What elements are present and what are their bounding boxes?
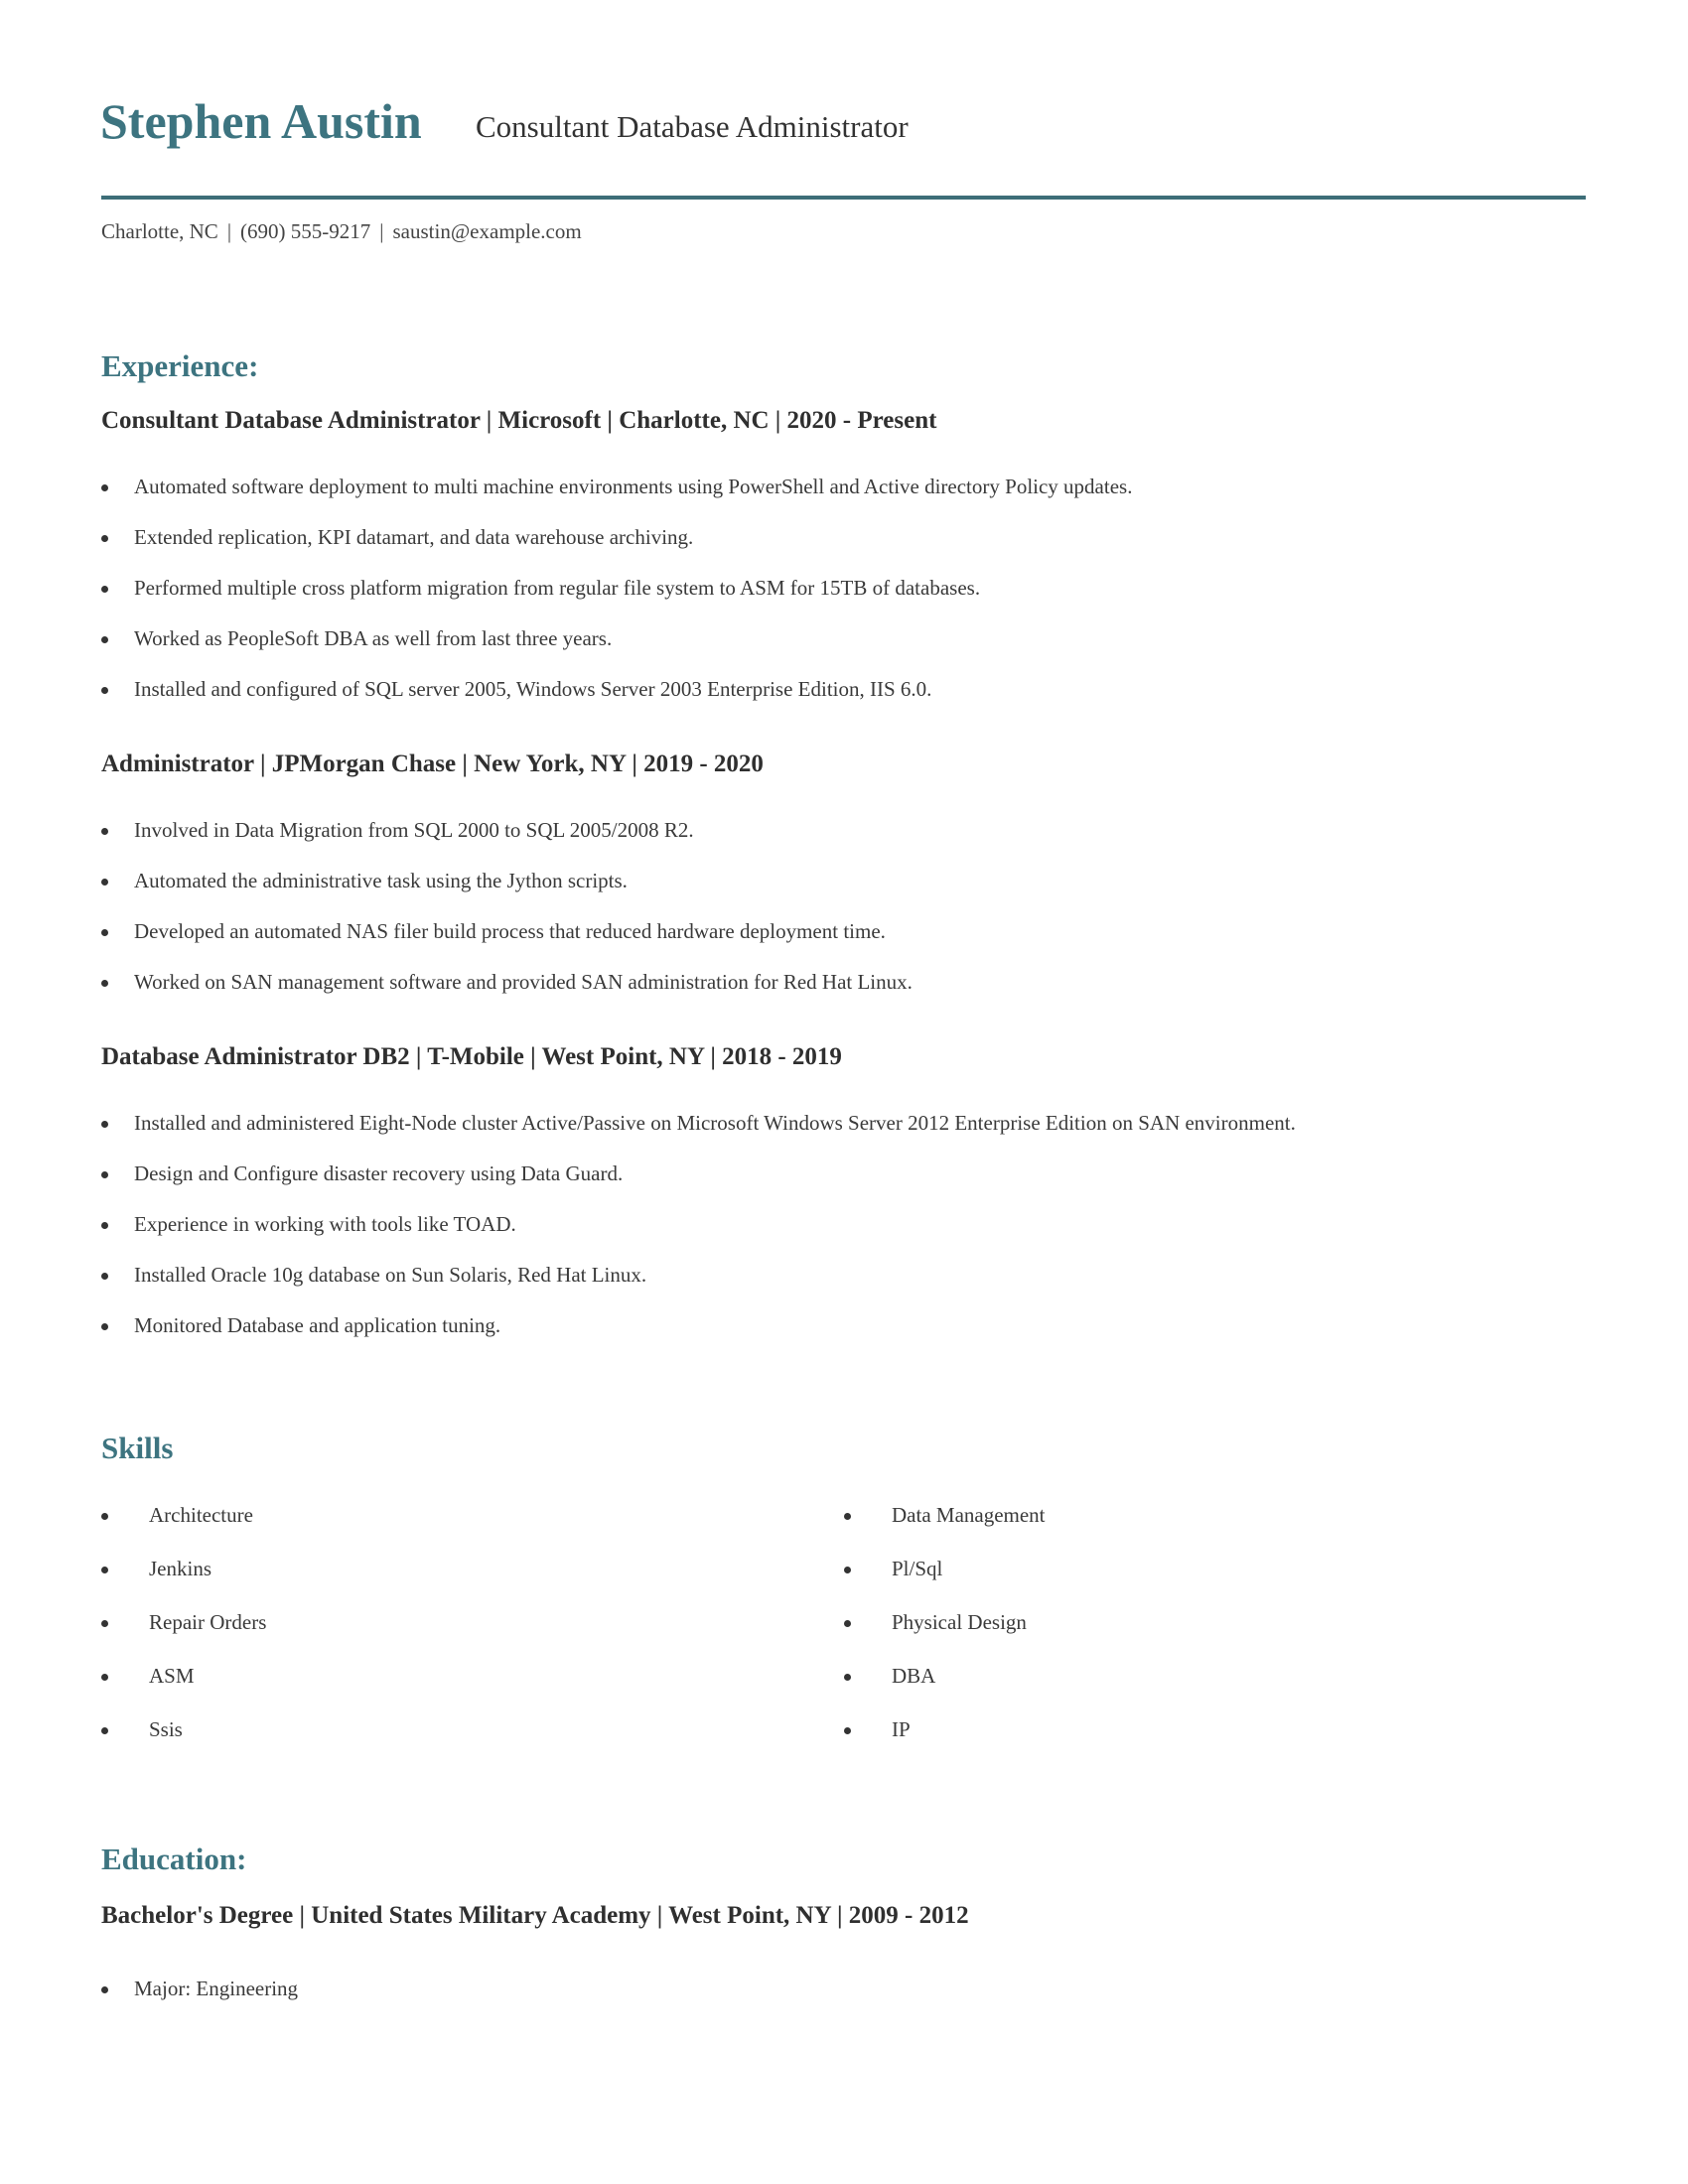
list-item-text: Worked on SAN management software and pr… xyxy=(134,970,913,994)
skill-text: Data Management xyxy=(892,1503,1046,1527)
list-item-text: Automated the administrative task using … xyxy=(134,869,628,892)
skill-text: Jenkins xyxy=(149,1557,211,1580)
skills-heading: Skills xyxy=(101,1431,174,1465)
bullet-icon xyxy=(101,484,108,491)
bullet-icon xyxy=(101,1323,108,1330)
list-item-text: Installed and administered Eight-Node cl… xyxy=(134,1111,1296,1135)
bullet-icon xyxy=(101,586,108,593)
bullet-icon xyxy=(844,1727,851,1734)
bullet-icon xyxy=(844,1620,851,1627)
bullet-icon xyxy=(101,980,108,987)
bullet-icon xyxy=(844,1674,851,1681)
bullet-icon xyxy=(101,535,108,542)
list-item-text: Major: Engineering xyxy=(134,1977,299,2000)
list-item-text: Installed Oracle 10g database on Sun Sol… xyxy=(134,1263,647,1287)
list-item-text: Experience in working with tools like TO… xyxy=(134,1212,516,1236)
candidate-name: Stephen Austin xyxy=(100,93,422,149)
skill-text: Repair Orders xyxy=(149,1610,267,1634)
skill-text: IP xyxy=(892,1717,911,1741)
bullet-icon xyxy=(101,636,108,643)
list-item-text: Performed multiple cross platform migrat… xyxy=(134,576,981,600)
bullet-icon xyxy=(101,687,108,694)
bullet-icon xyxy=(101,1121,108,1128)
list-item-text: Worked as PeopleSoft DBA as well from la… xyxy=(134,626,613,650)
bullet-icon xyxy=(844,1567,851,1573)
education-title: Bachelor's Degree | United States Milita… xyxy=(101,1902,969,1929)
skill-text: Physical Design xyxy=(892,1610,1027,1634)
bullet-icon xyxy=(101,1674,108,1681)
bullet-icon xyxy=(101,1727,108,1734)
contact-email: saustin@example.com xyxy=(392,219,582,243)
bullet-icon xyxy=(101,879,108,886)
education-heading: Education: xyxy=(101,1842,247,1876)
header-divider xyxy=(101,196,1586,200)
bullet-icon xyxy=(101,929,108,936)
job-title: Consultant Database Administrator | Micr… xyxy=(101,407,937,434)
list-item-text: Installed and configured of SQL server 2… xyxy=(134,677,932,701)
list-item-text: Automated software deployment to multi m… xyxy=(134,475,1133,498)
list-item-text: Design and Configure disaster recovery u… xyxy=(134,1161,624,1185)
skill-text: Pl/Sql xyxy=(892,1557,943,1580)
bullet-icon xyxy=(101,828,108,835)
skill-text: DBA xyxy=(892,1664,936,1688)
contact-location: Charlotte, NC xyxy=(101,219,218,243)
bullet-icon xyxy=(844,1513,851,1520)
bullet-icon xyxy=(101,1567,108,1573)
contact-phone: (690) 555-9217 xyxy=(240,219,371,243)
contact-separator: | xyxy=(379,219,384,243)
bullet-icon xyxy=(101,1273,108,1280)
bullet-icon xyxy=(101,1513,108,1520)
list-item-text: Monitored Database and application tunin… xyxy=(134,1313,501,1337)
bullet-icon xyxy=(101,1986,108,1993)
bullet-icon xyxy=(101,1171,108,1178)
skill-text: Ssis xyxy=(149,1717,183,1741)
list-item-text: Developed an automated NAS filer build p… xyxy=(134,919,886,943)
contact-line: Charlotte, NC | (690) 555-9217 | saustin@exa… xyxy=(101,217,582,245)
bullet-icon xyxy=(101,1222,108,1229)
job-title: Database Administrator DB2 | T-Mobile | … xyxy=(101,1043,842,1070)
skill-text: Architecture xyxy=(149,1503,253,1527)
list-item-text: Involved in Data Migration from SQL 2000… xyxy=(134,818,694,842)
bullet-icon xyxy=(101,1620,108,1627)
skill-text: ASM xyxy=(149,1664,195,1688)
job-title: Administrator | JPMorgan Chase | New Yor… xyxy=(101,751,764,777)
experience-heading: Experience: xyxy=(101,348,259,383)
list-item-text: Extended replication, KPI datamart, and … xyxy=(134,525,694,549)
contact-separator: | xyxy=(226,219,232,243)
candidate-title: Consultant Database Administrator xyxy=(476,109,909,144)
